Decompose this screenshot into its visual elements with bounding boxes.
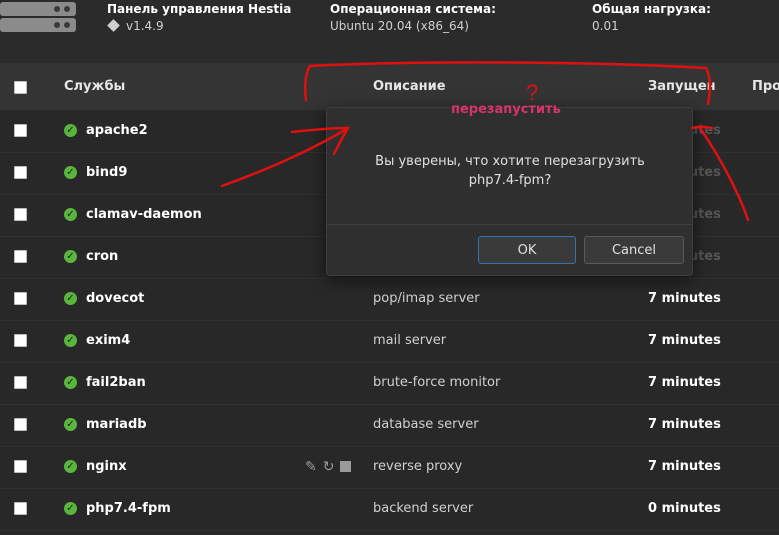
service-uptime: 7 minutes [648, 333, 721, 348]
pencil-icon[interactable]: ✎ [305, 459, 317, 475]
cube-icon [107, 19, 120, 32]
service-name[interactable]: nginx [86, 459, 127, 474]
panel-version: v1.4.9 [126, 19, 164, 33]
check-circle-icon: ✓ [64, 250, 77, 263]
col-description[interactable]: Описание [373, 79, 446, 94]
table-row[interactable]: ✓ dovecot pop/imap server 7 minutes [0, 278, 779, 321]
table-row[interactable]: ✓ fail2ban brute-force monitor 7 minutes [0, 362, 779, 405]
table-row[interactable]: ✓ nginx ✎ ↻ reverse proxy 7 minutes [0, 446, 779, 489]
service-name[interactable]: php7.4-fpm [86, 501, 171, 516]
cancel-button[interactable]: Cancel [584, 236, 684, 264]
service-name[interactable]: clamav-daemon [86, 207, 202, 222]
service-uptime: 7 minutes [648, 291, 721, 306]
check-circle-icon: ✓ [64, 502, 77, 515]
row-actions: ✎ ↻ [305, 459, 357, 475]
service-uptime: 7 minutes [648, 459, 721, 474]
col-extra[interactable]: Про [752, 79, 779, 94]
check-circle-icon: ✓ [64, 460, 77, 473]
stop-icon[interactable] [340, 461, 352, 472]
service-name[interactable]: bind9 [86, 165, 127, 180]
col-services[interactable]: Службы [64, 79, 125, 94]
row-checkbox[interactable] [14, 292, 27, 305]
check-circle-icon: ✓ [64, 334, 77, 347]
service-description: reverse proxy [373, 459, 463, 474]
server-widget-bottom[interactable] [0, 18, 76, 32]
dialog-title: перезапустить [451, 102, 561, 117]
row-checkbox[interactable] [14, 502, 27, 515]
row-checkbox[interactable] [14, 334, 27, 347]
service-uptime: 7 minutes [648, 417, 721, 432]
table-row[interactable]: ✓ exim4 mail server 7 minutes [0, 320, 779, 363]
row-checkbox[interactable] [14, 418, 27, 431]
service-uptime: 7 minutes [648, 375, 721, 390]
row-checkbox[interactable] [14, 166, 27, 179]
restart-icon[interactable]: ↻ [323, 459, 335, 475]
service-description: brute-force monitor [373, 375, 501, 390]
service-name[interactable]: dovecot [86, 291, 144, 306]
row-checkbox[interactable] [14, 460, 27, 473]
service-name[interactable]: exim4 [86, 333, 130, 348]
service-name[interactable]: cron [86, 249, 118, 264]
select-all-checkbox[interactable] [14, 81, 27, 94]
services-table-header: Службы Описание Запущен Про [0, 63, 779, 110]
service-description: pop/imap server [373, 291, 480, 306]
os-value: Ubuntu 20.04 (x86_64) [330, 19, 469, 33]
dialog-message: Вы уверены, что хотите перезагрузить php… [375, 154, 645, 188]
service-description: database server [373, 417, 479, 432]
col-uptime[interactable]: Запущен [648, 79, 716, 94]
row-checkbox[interactable] [14, 124, 27, 137]
table-row[interactable]: ✓ php7.4-fpm backend server 0 minutes [0, 488, 779, 531]
service-description: backend server [373, 501, 474, 516]
service-name[interactable]: mariadb [86, 417, 147, 432]
table-row[interactable]: ✓ mariadb database server 7 minutes [0, 404, 779, 447]
load-label: Общая нагрузка: [592, 2, 711, 16]
row-checkbox[interactable] [14, 376, 27, 389]
check-circle-icon: ✓ [64, 376, 77, 389]
restart-confirm-dialog: перезапустить Вы уверены, что хотите пер… [326, 102, 693, 276]
check-circle-icon: ✓ [64, 208, 77, 221]
load-value: 0.01 [592, 19, 619, 33]
load-info: Общая нагрузка: 0.01 [592, 2, 711, 34]
ok-button[interactable]: OK [478, 236, 576, 264]
check-circle-icon: ✓ [64, 124, 77, 137]
row-checkbox[interactable] [14, 208, 27, 221]
check-circle-icon: ✓ [64, 166, 77, 179]
check-circle-icon: ✓ [64, 292, 77, 305]
check-circle-icon: ✓ [64, 418, 77, 431]
service-name[interactable]: fail2ban [86, 375, 146, 390]
os-label: Операционная система: [330, 2, 496, 16]
server-widget-top[interactable] [0, 2, 76, 16]
top-bar: Панель управления Hestia v1.4.9 Операцио… [0, 0, 779, 63]
panel-info: Панель управления Hestia v1.4.9 [107, 2, 291, 34]
os-info: Операционная система: Ubuntu 20.04 (x86_… [330, 2, 496, 34]
row-checkbox[interactable] [14, 250, 27, 263]
service-uptime: 0 minutes [648, 501, 721, 516]
service-description: mail server [373, 333, 447, 348]
service-name[interactable]: apache2 [86, 123, 148, 138]
dialog-divider [327, 224, 692, 225]
panel-label: Панель управления Hestia [107, 2, 292, 16]
